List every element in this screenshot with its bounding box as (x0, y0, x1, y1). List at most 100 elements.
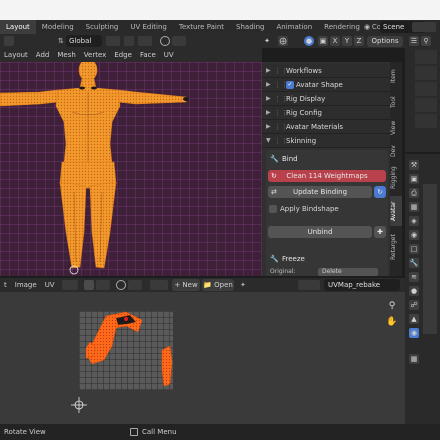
tool-properties-icon[interactable]: ⚒ (409, 160, 419, 170)
editor-type-icon[interactable]: ☰ (409, 36, 419, 46)
outliner-row[interactable] (415, 98, 437, 112)
outliner-row[interactable] (415, 66, 437, 80)
uv-sync-icon[interactable] (84, 280, 94, 290)
menu-mesh[interactable]: Mesh (53, 48, 79, 62)
tab-retarget[interactable]: Retarget (390, 230, 402, 264)
uv-islands (71, 311, 173, 413)
menu-uv[interactable]: UV (160, 48, 178, 62)
update-binding-toggle[interactable]: ↻ (374, 186, 386, 198)
avatar-shape-checkbox[interactable]: ✓ (286, 81, 294, 89)
orientation-dropdown[interactable]: Global (66, 35, 102, 47)
world-properties-icon[interactable]: ◉ (409, 230, 419, 240)
scene-properties-icon[interactable]: ◈ (409, 216, 419, 226)
particles-icon[interactable]: ≋ (409, 272, 419, 282)
properties-content[interactable] (423, 184, 437, 334)
pan-hand-icon[interactable]: ✋ (386, 316, 398, 328)
tab-avatar[interactable]: Avatar (390, 196, 402, 226)
panel-avatar-shape[interactable]: ▶ ⋮⋮ ✓ Avatar Shape (262, 78, 390, 92)
gizmo-icon[interactable]: ⨁ (278, 36, 288, 46)
uv-falloff-dropdown[interactable] (128, 280, 142, 290)
view-layer-button[interactable] (412, 22, 436, 32)
original-dropdown[interactable]: Delete (318, 268, 378, 276)
constraints-icon[interactable]: ☍ (409, 300, 419, 310)
panel-avatar-materials[interactable]: ▶ ⋮⋮ Avatar Materials (262, 120, 390, 134)
tab-animation[interactable]: Animation (270, 20, 318, 34)
uv-proportional-icon[interactable] (116, 280, 126, 290)
3d-viewport[interactable] (0, 62, 262, 276)
tab-rigging[interactable]: Rigging (390, 164, 402, 192)
open-image-button[interactable]: 📁 Open (202, 279, 234, 291)
menu-layout[interactable]: Layout (0, 48, 32, 62)
menu-add[interactable]: Add (32, 48, 54, 62)
freeze-title: Freeze (282, 255, 305, 263)
tab-dev[interactable]: Dev (390, 142, 402, 160)
snap-toggle[interactable] (124, 36, 134, 46)
snap-dropdown[interactable] (138, 36, 152, 46)
mouse-icon (130, 428, 138, 436)
object-properties-icon[interactable]: □ (409, 244, 419, 254)
menu-uv-editor[interactable]: UV (41, 278, 59, 292)
shading-rendered-icon[interactable]: Z (354, 36, 364, 46)
panel-skinning[interactable]: ▼ ⋮⋮ Skinning (262, 134, 390, 148)
panel-rig-display[interactable]: ▶ ⋮⋮ Rig Display (262, 92, 390, 106)
proportional-icon[interactable] (160, 36, 170, 46)
tab-sculpting[interactable]: Sculpting (80, 20, 125, 34)
zoom-icon[interactable]: ⚲ (386, 300, 398, 312)
pin-icon[interactable]: ✦ (240, 280, 250, 290)
tab-rendering[interactable]: Rendering (318, 20, 366, 34)
tab-view[interactable]: View (390, 118, 402, 138)
clean-weightmaps-button[interactable]: ↻ Clean 114 Weightmaps (268, 170, 386, 182)
unbind-options-icon[interactable]: ✚ (374, 226, 386, 238)
tab-item[interactable]: Item (390, 66, 402, 86)
menu-face[interactable]: Face (136, 48, 160, 62)
data-properties-icon[interactable]: ▲ (409, 314, 419, 324)
texture-properties-icon[interactable]: ▦ (409, 354, 419, 364)
tab-uv-editing[interactable]: UV Editing (124, 20, 173, 34)
status-rotate-view: Rotate View (4, 428, 46, 436)
apply-bindshape-checkbox[interactable] (269, 205, 277, 213)
editor-type-icon[interactable] (4, 36, 14, 46)
overlay-icon[interactable]: ● (304, 36, 314, 46)
transform-icon: ⇅ (58, 37, 64, 45)
falloff-dropdown[interactable] (172, 36, 186, 46)
output-properties-icon[interactable]: ⎙ (409, 188, 419, 198)
status-call-menu: Call Menu (142, 428, 177, 436)
material-properties-icon[interactable]: ◉ (409, 328, 419, 338)
tab-tool[interactable]: Tool (390, 92, 402, 112)
tab-layout[interactable]: Layout (0, 20, 36, 34)
search-icon[interactable]: ⚲ (421, 36, 431, 46)
visibility-icon[interactable]: ✦ (262, 36, 272, 46)
panel-rig-config[interactable]: ▶ ⋮⋮ Rig Config (262, 106, 390, 120)
tab-shading[interactable]: Shading (230, 20, 270, 34)
options-dropdown[interactable]: Options (367, 36, 403, 47)
tab-modeling[interactable]: Modeling (36, 20, 80, 34)
shading-material-icon[interactable]: Y (342, 36, 352, 46)
menu-vertex[interactable]: Vertex (80, 48, 111, 62)
render-properties-icon[interactable]: ▣ (409, 174, 419, 184)
outliner-row[interactable] (415, 50, 437, 64)
outliner-row[interactable] (415, 82, 437, 96)
uvmap-dropdown-icon[interactable] (298, 280, 320, 290)
menu-select[interactable]: t (0, 278, 11, 292)
view-layer-icon[interactable]: ▦ (409, 202, 419, 212)
pivot-dropdown[interactable] (106, 36, 120, 46)
editor-divider (405, 152, 440, 154)
xray-icon[interactable]: ▣ (318, 36, 328, 46)
unbind-button[interactable]: Unbind (268, 226, 372, 238)
modifier-properties-icon[interactable]: 🔧 (409, 258, 419, 268)
uvmap-selector[interactable]: UVMap_rebake (324, 279, 400, 291)
outliner-row[interactable] (415, 114, 437, 128)
uv-snap-dropdown[interactable] (96, 280, 110, 290)
physics-icon[interactable]: ● (409, 286, 419, 296)
new-image-button[interactable]: + New (172, 279, 200, 291)
menu-image[interactable]: Image (11, 278, 41, 292)
update-binding-button[interactable]: ⇄ Update Binding (268, 186, 372, 198)
shading-solid-icon[interactable]: X (330, 36, 340, 46)
tab-texture-paint[interactable]: Texture Paint (173, 20, 230, 34)
panel-workflows[interactable]: ▶ ⋮⋮ Workflows (262, 64, 390, 78)
bind-title: Bind (282, 155, 298, 163)
menu-edge[interactable]: Edge (110, 48, 136, 62)
uv-select-mode-dropdown[interactable] (62, 280, 78, 290)
image-browse-dropdown[interactable] (150, 280, 168, 290)
sidebar-panel: ▶ ⋮⋮ Workflows ▶ ⋮⋮ ✓ Avatar Shape ▶ ⋮⋮ Rig Dis… (262, 62, 390, 276)
